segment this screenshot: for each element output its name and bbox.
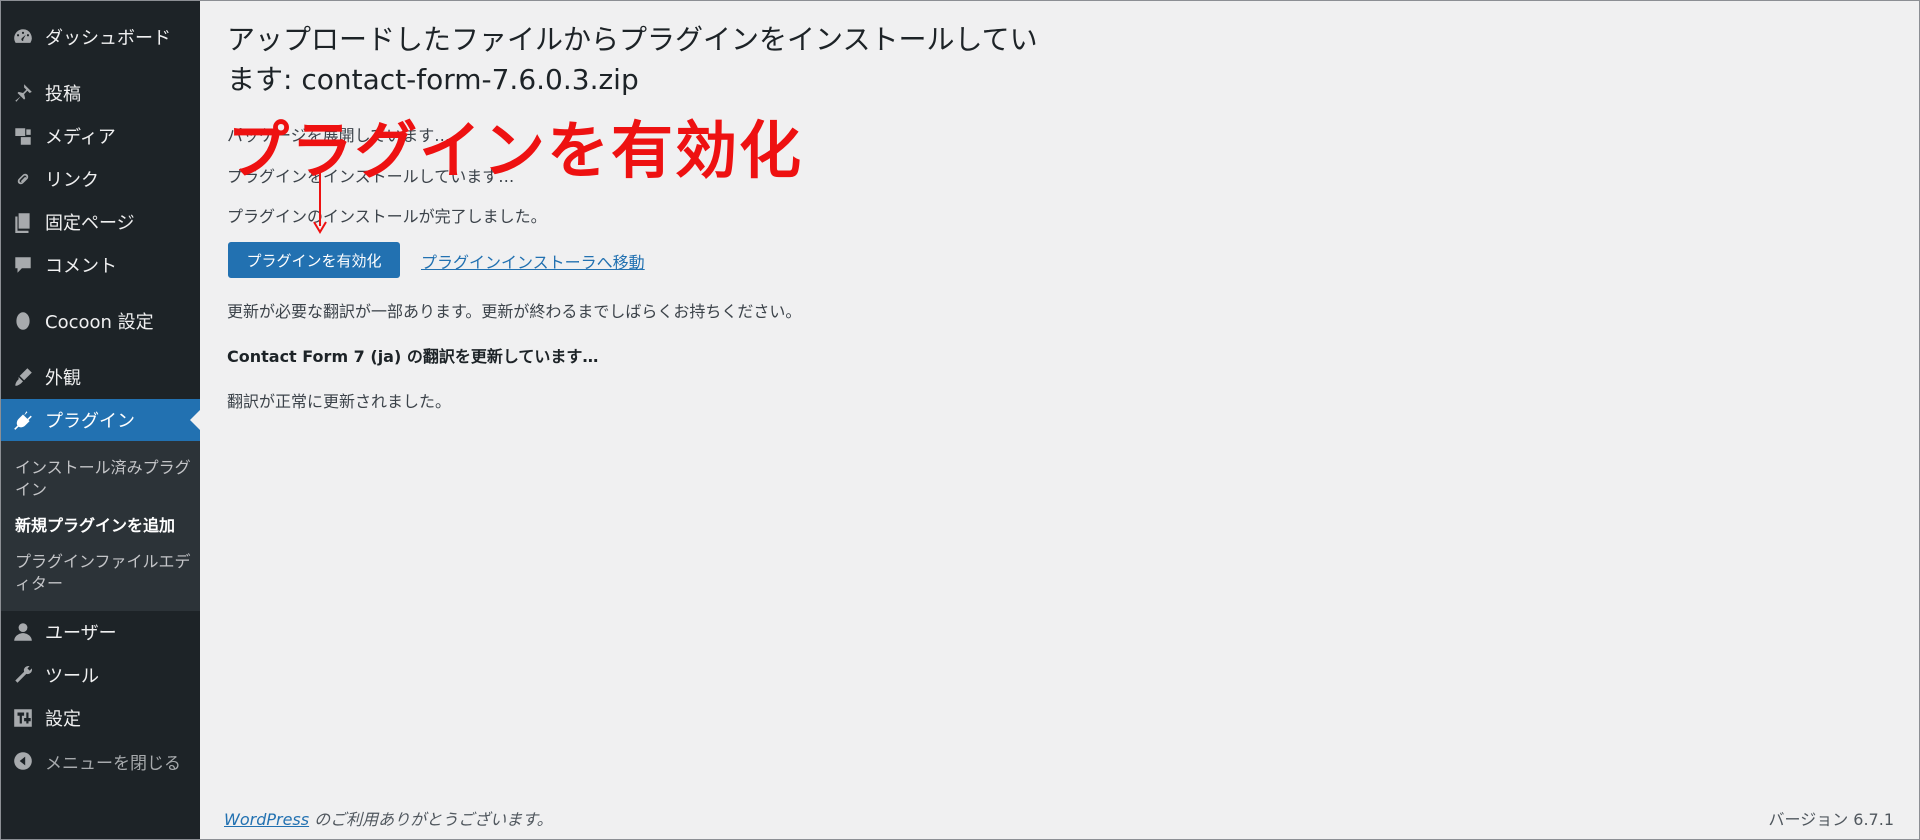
- sidebar-item-label: ユーザー: [45, 623, 117, 644]
- wordpress-link[interactable]: WordPress: [224, 810, 309, 829]
- sidebar-item-label: 外観: [45, 368, 81, 389]
- media-icon: [11, 124, 35, 148]
- sidebar-item-posts[interactable]: 投稿: [1, 72, 200, 114]
- plugins-submenu: インストール済みプラグイン 新規プラグインを追加 プラグインファイルエディター: [1, 441, 200, 611]
- sidebar-item-links[interactable]: リンク: [1, 158, 200, 200]
- plugin-installer-link[interactable]: プラグインインストーラへ移動: [421, 249, 645, 273]
- sidebar-item-appearance[interactable]: 外観: [1, 356, 200, 398]
- dashboard-icon: [11, 25, 35, 49]
- sidebar-item-label: 設定: [45, 709, 81, 730]
- admin-sidebar: ダッシュボード 投稿 メディア リンク 固定ページ コメント Cocoon 設定…: [1, 1, 200, 839]
- sidebar-item-label: 投稿: [45, 84, 81, 105]
- sidebar-item-dashboard[interactable]: ダッシュボード: [1, 16, 200, 58]
- sidebar-item-media[interactable]: メディア: [1, 115, 200, 157]
- sidebar-item-comments[interactable]: コメント: [1, 244, 200, 286]
- sidebar-item-label: リンク: [45, 170, 99, 191]
- status-install-complete: プラグインのインストールが完了しました。: [227, 207, 547, 226]
- sidebar-item-label: メニューを閉じる: [45, 753, 181, 774]
- activate-plugin-button[interactable]: プラグインを有効化: [228, 242, 400, 278]
- sidebar-item-settings[interactable]: 設定: [1, 697, 200, 739]
- submenu-plugin-file-editor[interactable]: プラグインファイルエディター: [15, 551, 191, 595]
- sidebar-item-label: プラグイン: [45, 411, 135, 432]
- user-icon: [11, 620, 35, 644]
- comment-icon: [11, 253, 35, 277]
- sidebar-item-label: 固定ページ: [45, 213, 135, 234]
- sidebar-item-pages[interactable]: 固定ページ: [1, 201, 200, 243]
- sidebar-item-label: コメント: [45, 256, 117, 277]
- plugin-icon: [11, 408, 35, 432]
- page-title: アップロードしたファイルからプラグインをインストールしています: contact…: [227, 23, 1038, 96]
- submenu-installed-plugins[interactable]: インストール済みプラグイン: [15, 457, 191, 501]
- sidebar-item-label: メディア: [45, 127, 116, 148]
- sidebar-item-cocoon-settings[interactable]: Cocoon 設定: [1, 300, 200, 342]
- link-icon: [11, 167, 35, 191]
- sidebar-collapse-menu[interactable]: メニューを閉じる: [1, 740, 200, 782]
- page-icon: [11, 210, 35, 234]
- translation-notice: 更新が必要な翻訳が一部あります。更新が終わるまでしばらくお持ちください。: [227, 302, 802, 321]
- settings-icon: [11, 706, 35, 730]
- translation-updating: Contact Form 7 (ja) の翻訳を更新しています…: [227, 347, 599, 366]
- sidebar-item-label: ツール: [45, 666, 99, 687]
- cocoon-icon: [11, 309, 35, 333]
- sidebar-item-plugins[interactable]: プラグイン: [1, 399, 200, 441]
- sidebar-item-label: Cocoon 設定: [45, 312, 154, 333]
- footer-version: バージョン 6.7.1: [1768, 810, 1894, 829]
- brush-icon: [11, 365, 35, 389]
- sidebar-item-users[interactable]: ユーザー: [1, 611, 200, 653]
- annotation-arrow-icon: [313, 172, 327, 234]
- translation-done: 翻訳が正常に更新されました。: [227, 392, 452, 411]
- sidebar-item-label: ダッシュボード: [45, 28, 171, 49]
- sidebar-item-tools[interactable]: ツール: [1, 654, 200, 696]
- footer-thanks-text: のご利用ありがとうございます。: [309, 810, 553, 829]
- pin-icon: [11, 81, 35, 105]
- wrench-icon: [11, 663, 35, 687]
- submenu-add-new-plugin[interactable]: 新規プラグインを追加: [15, 515, 191, 537]
- footer-thanks: WordPress のご利用ありがとうございます。: [224, 806, 553, 830]
- main-content: アップロードしたファイルからプラグインをインストールしています: contact…: [227, 0, 1897, 840]
- collapse-icon: [11, 749, 35, 773]
